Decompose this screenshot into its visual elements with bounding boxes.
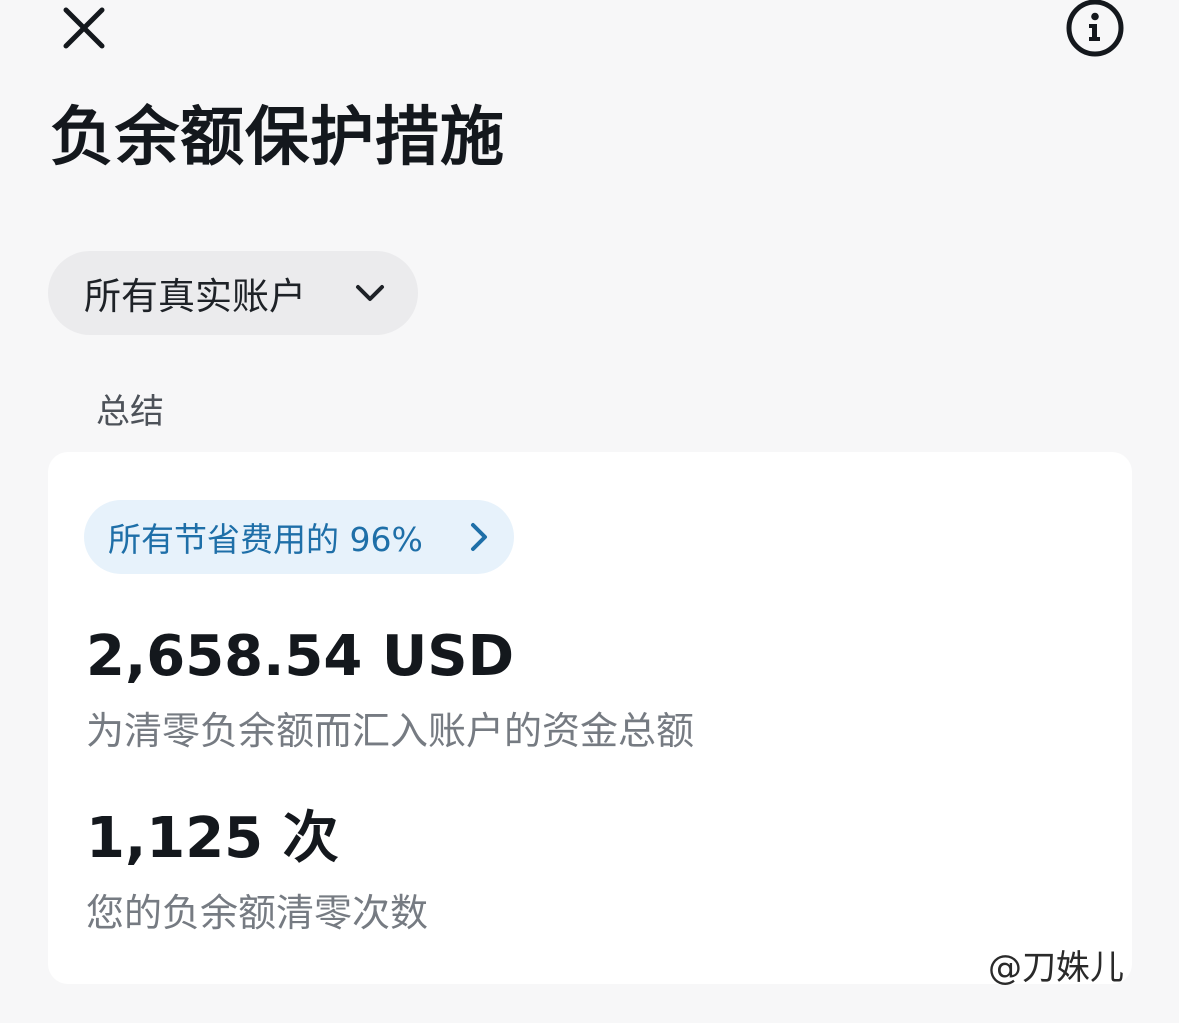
account-filter-dropdown[interactable]: 所有真实账户	[48, 251, 418, 335]
info-button[interactable]	[1060, 0, 1130, 60]
chevron-down-icon	[356, 285, 384, 301]
summary-section-label: 总结	[96, 392, 164, 432]
savings-pill-button[interactable]: 所有节省费用的 96%	[84, 500, 514, 574]
funds-total-description: 为清零负余额而汇入账户的资金总额	[86, 709, 695, 753]
funds-total-value: 2,658.54 USD	[86, 624, 515, 689]
reset-count-description: 您的负余额清零次数	[86, 891, 429, 935]
close-button[interactable]	[52, 0, 116, 56]
close-icon	[63, 7, 105, 49]
chevron-right-icon	[471, 523, 487, 551]
savings-pill-label: 所有节省费用的 96%	[108, 520, 423, 559]
page-title: 负余额保护措施	[50, 101, 505, 175]
account-filter-label: 所有真实账户	[84, 275, 306, 318]
reset-count-value: 1,125 次	[86, 806, 339, 871]
info-icon	[1066, 0, 1124, 57]
watermark: @刀姝儿	[988, 948, 1124, 988]
